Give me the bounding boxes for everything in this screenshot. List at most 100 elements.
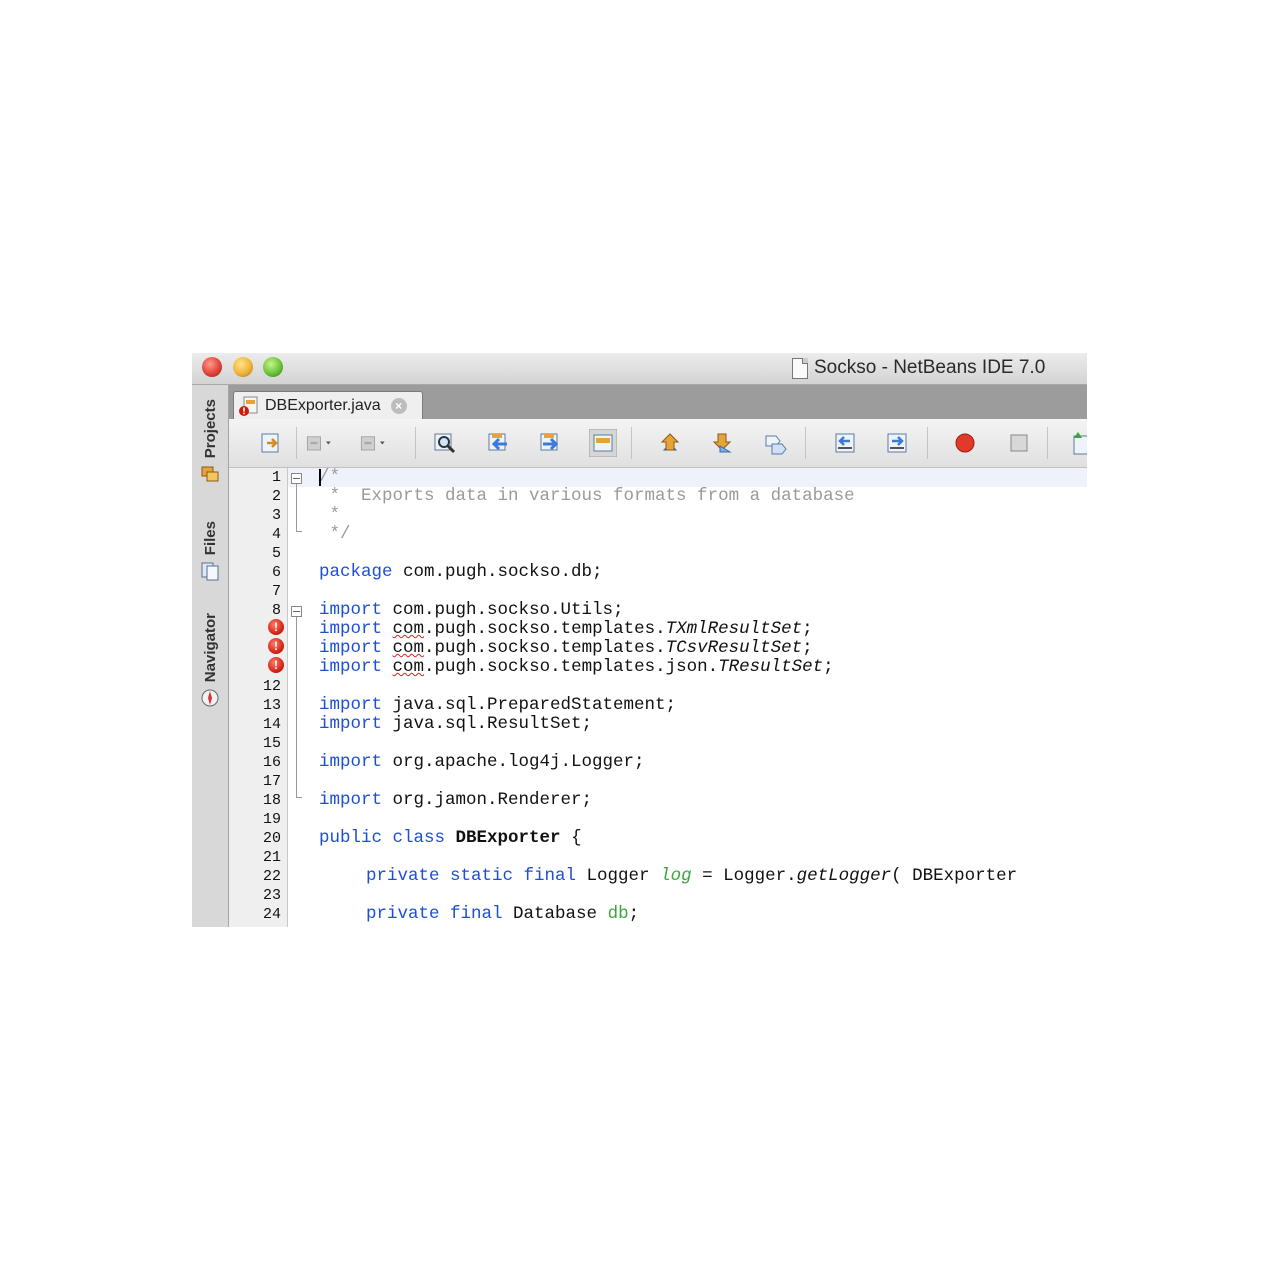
keyword: package (319, 562, 393, 582)
close-tab-icon[interactable]: × (390, 398, 407, 414)
start-macro-icon[interactable] (951, 429, 979, 457)
back-icon[interactable] (305, 429, 333, 457)
line-number: 16 (262, 754, 281, 771)
forward-icon[interactable] (359, 429, 387, 457)
keyword: private final (366, 904, 503, 924)
code-line-10: import com.pugh.sockso.templates.TCsvRes… (319, 639, 813, 658)
editor-tab-strip: DBExporter.java × (229, 385, 1087, 420)
toolbar-separator (1047, 427, 1048, 459)
error-underline[interactable]: com (393, 619, 425, 639)
code-text: .pugh.sockso.templates. (424, 638, 666, 658)
fold-guide-end (296, 797, 302, 798)
sidebar-tab-files[interactable]: Files (192, 521, 228, 581)
window-title: Sockso - NetBeans IDE 7.0 (792, 356, 1045, 380)
code-line-16: import org.apache.log4j.Logger; (319, 753, 645, 772)
toolbar-separator (631, 427, 632, 459)
error-underline[interactable]: com (393, 638, 425, 658)
toolbar-separator (927, 427, 928, 459)
line-number: 2 (271, 488, 281, 505)
code-text: org.jamon.Renderer; (382, 790, 593, 810)
line-number: 17 (262, 773, 281, 790)
code-text: .pugh.sockso.templates.json. (424, 657, 719, 677)
error-icon[interactable]: ! (268, 638, 284, 654)
sidebar-tab-label: Projects (201, 399, 219, 459)
line-number: 14 (262, 716, 281, 733)
keyword: import (319, 638, 383, 658)
code-line-24: private final Database db; (366, 905, 639, 924)
line-number: 12 (262, 678, 281, 695)
find-next-icon[interactable] (537, 429, 565, 457)
code-text: java.sql.ResultSet; (382, 714, 593, 734)
sidebar-tab-projects[interactable]: Projects (192, 399, 228, 484)
keyword: import (319, 752, 383, 772)
line-number: 6 (271, 564, 281, 581)
code-text: org.apache.log4j.Logger; (382, 752, 645, 772)
navigator-icon (201, 689, 219, 707)
editor-tab-dbexporter[interactable]: DBExporter.java × (233, 391, 423, 420)
window-title-text: Sockso - NetBeans IDE 7.0 (814, 357, 1046, 378)
toolbar-separator (296, 427, 297, 459)
fold-guide-end (296, 531, 302, 532)
projects-icon (201, 466, 219, 482)
shift-right-icon[interactable] (883, 429, 911, 457)
fold-toggle-icon[interactable] (291, 473, 302, 484)
code-text: com.pugh.sockso.db; (392, 562, 603, 582)
line-number: 3 (271, 507, 281, 524)
code-text: { (560, 828, 582, 848)
code-line-6: package com.pugh.sockso.db; (319, 563, 603, 582)
find-previous-icon[interactable] (485, 429, 513, 457)
keyword: import (319, 657, 383, 677)
shift-left-icon[interactable] (831, 429, 859, 457)
toggle-bookmark-icon[interactable] (761, 429, 789, 457)
keyword: import (319, 695, 383, 715)
line-number: 24 (262, 906, 281, 923)
last-edit-icon[interactable] (257, 429, 285, 457)
code-line-11: import com.pugh.sockso.templates.json.TR… (319, 658, 834, 677)
previous-bookmark-icon[interactable] (657, 429, 685, 457)
line-number: 4 (271, 526, 281, 543)
code-editor[interactable]: 1 2 3 4 5 6 7 8 12 13 14 15 16 17 18 19 … (229, 468, 1087, 927)
code-text: java.sql.PreparedStatement; (382, 695, 677, 715)
code-text: ; (628, 904, 640, 924)
find-icon[interactable] (431, 429, 459, 457)
sidebar-tab-label: Navigator (201, 613, 219, 683)
line-number: 19 (262, 811, 281, 828)
fold-toggle-icon[interactable] (291, 606, 302, 617)
document-icon (792, 357, 808, 379)
toolbar-separator (415, 427, 416, 459)
code-line-13: import java.sql.PreparedStatement; (319, 696, 676, 715)
comment-icon[interactable] (1063, 429, 1087, 457)
error-underline[interactable]: com (393, 657, 425, 677)
error-icon[interactable]: ! (268, 619, 284, 635)
code-line-3: * (319, 505, 341, 525)
code-line-22: private static final Logger log = Logger… (366, 867, 1017, 886)
field-name: db (607, 904, 629, 924)
toggle-highlight-icon[interactable] (589, 429, 617, 457)
next-bookmark-icon[interactable] (709, 429, 737, 457)
line-number: 23 (262, 887, 281, 904)
keyword: import (319, 619, 383, 639)
minimize-window-button[interactable] (233, 357, 253, 377)
side-panel-bar: Projects Files Navigator (192, 385, 229, 927)
files-icon (201, 562, 219, 581)
class-name: DBExporter (455, 828, 561, 848)
method-name: getLogger (796, 866, 892, 886)
line-number: 1 (271, 469, 281, 486)
code-line-9: import com.pugh.sockso.templates.TXmlRes… (319, 620, 813, 639)
java-file-error-icon (239, 396, 258, 416)
editor-tab-label: DBExporter.java (265, 397, 381, 414)
keyword: import (319, 600, 383, 620)
editor-area: DBExporter.java × 1 2 3 4 5 6 7 8 12 13 … (229, 385, 1087, 927)
close-window-button[interactable] (202, 357, 222, 377)
code-text: .pugh.sockso.templates. (424, 619, 666, 639)
code-text: Database (502, 904, 608, 924)
code-line-18: import org.jamon.Renderer; (319, 791, 592, 810)
stop-macro-icon[interactable] (1005, 429, 1033, 457)
keyword: import (319, 714, 383, 734)
error-icon[interactable]: ! (268, 657, 284, 673)
toolbar-separator (805, 427, 806, 459)
code-line-20: public class DBExporter { (319, 829, 582, 848)
zoom-window-button[interactable] (263, 357, 283, 377)
code-text: ; (802, 638, 813, 658)
sidebar-tab-navigator[interactable]: Navigator (192, 613, 228, 708)
